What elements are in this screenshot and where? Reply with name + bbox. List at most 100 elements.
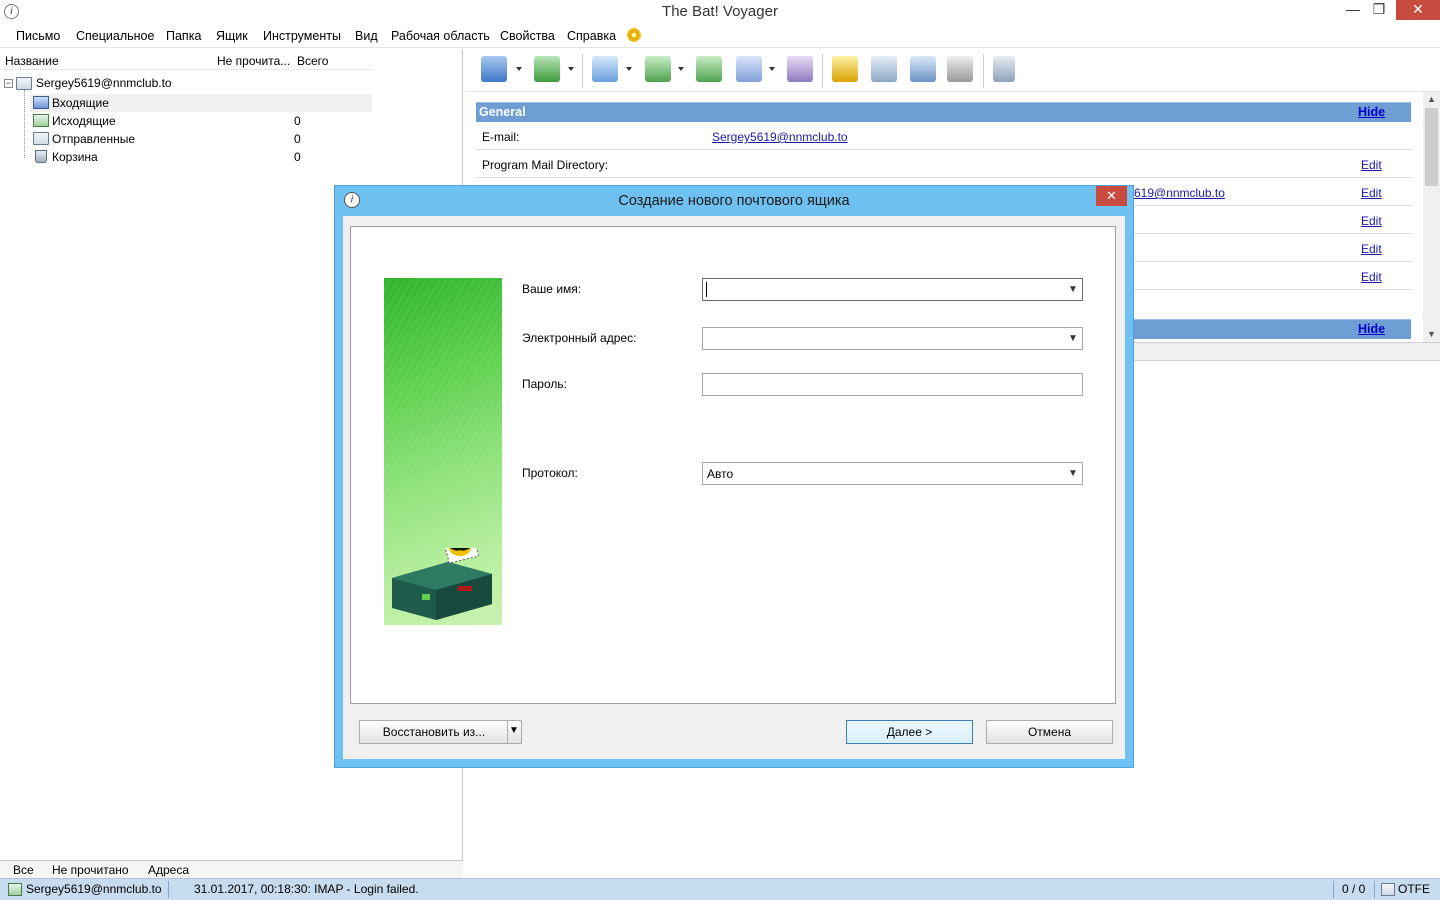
app-logo-icon[interactable]: i [4,4,19,19]
folder-trash[interactable]: Корзина [52,148,98,166]
trash-icon [35,150,47,163]
sent-icon [33,132,49,145]
dialog-close-button[interactable]: ✕ [1096,186,1127,206]
menu-special[interactable]: Специальное [76,29,154,43]
menu-letter[interactable]: Письмо [16,29,60,43]
dropdown-arrow-icon[interactable] [769,67,775,71]
menu-folder[interactable]: Папка [166,29,201,43]
info-label: E-mail: [482,130,520,144]
scroll-up-icon[interactable]: ▲ [1425,94,1438,104]
protocol-value: Авто [707,467,734,481]
folder-inbox[interactable]: Входящие [52,94,109,112]
print-icon[interactable] [947,56,973,82]
edit-link[interactable]: Edit [1361,270,1382,284]
dropdown-arrow-icon[interactable] [568,67,574,71]
inbox-icon [33,96,49,109]
reply-all-icon[interactable] [696,56,722,82]
encryption-icon [1381,883,1395,896]
chevron-down-icon[interactable]: ▼ [1068,332,1078,346]
dialog-title: Создание нового почтового ящика [618,193,850,209]
chevron-down-icon[interactable]: ▼ [1068,283,1078,297]
name-combobox[interactable]: ▼ [702,278,1083,301]
status-account[interactable]: Sergey5619@nnmclub.to [26,882,162,896]
reply-icon[interactable] [645,56,671,82]
email-link[interactable]: Sergey5619@nnmclub.to [712,130,848,144]
hide-link[interactable]: Hide [1358,102,1385,122]
dropdown-arrow-icon[interactable] [626,67,632,71]
redirect-icon[interactable] [787,56,813,82]
gear-icon[interactable] [626,27,642,43]
folder-list-header: Название Не прочита... Всего [0,50,372,70]
section-title: General [479,105,526,119]
cancel-button[interactable]: Отмена [986,720,1113,744]
edit-link[interactable]: Edit [1361,158,1382,172]
column-total[interactable]: Всего [297,54,328,68]
dropdown-arrow-icon[interactable] [678,67,684,71]
status-bar: Sergey5619@nnmclub.to 31.01.2017, 00:18:… [0,878,1440,900]
email-link[interactable]: 619@nnmclub.to [1134,186,1225,200]
password-label: Пароль: [522,377,567,391]
menu-workspace[interactable]: Рабочая область [391,29,490,43]
menu-tools[interactable]: Инструменты [263,29,341,43]
hide-link[interactable]: Hide [1358,319,1385,339]
menu-bar: Письмо Специальное Папка Ящик Инструмент… [0,24,1440,48]
status-mode[interactable]: OTFE [1398,882,1430,896]
menu-mailbox[interactable]: Ящик [216,29,248,43]
info-row [476,122,1411,150]
folder-filter-tabs: Все Не прочитано Адреса [0,860,463,878]
edit-link[interactable]: Edit [1361,186,1382,200]
edit-link[interactable]: Edit [1361,214,1382,228]
close-button[interactable]: ✕ [1396,0,1440,20]
password-field[interactable] [702,373,1083,396]
info-label: Program Mail Directory: [482,158,609,172]
chevron-down-icon[interactable]: ▼ [509,724,519,738]
account-status-icon [8,883,22,896]
menu-help[interactable]: Справка [567,29,616,43]
column-name[interactable]: Название [5,54,59,68]
menu-view[interactable]: Вид [355,29,378,43]
tab-addresses[interactable]: Адреса [148,863,189,877]
protocol-label: Протокол: [522,466,578,480]
send-mail-icon[interactable] [534,56,560,82]
email-combobox[interactable]: ▼ [702,327,1083,350]
minimize-button[interactable]: — [1340,0,1366,20]
find-message-icon[interactable] [871,56,897,82]
folder-count: 0 [294,150,301,164]
folder-sent[interactable]: Отправленные [52,130,135,148]
tree-collapse-icon[interactable]: − [4,79,13,88]
restore-from-button[interactable]: Восстановить из... [359,720,522,744]
protocol-select[interactable]: Авто ▼ [702,462,1083,485]
status-counter: 0 / 0 [1342,882,1366,896]
tab-all[interactable]: Все [13,863,34,877]
tab-unread[interactable]: Не прочитано [52,863,129,877]
window-title: The Bat! Voyager [662,3,778,20]
name-label: Ваше имя: [522,282,582,296]
forward-icon[interactable] [736,56,762,82]
outbox-icon [33,114,49,127]
menu-properties[interactable]: Свойства [500,29,555,43]
folder-outbox[interactable]: Исходящие [52,112,116,130]
scrollbar-thumb[interactable] [1425,108,1438,186]
folder-count: 0 [294,114,301,128]
email-label: Электронный адрес: [522,331,637,345]
account-node[interactable]: Sergey5619@nnmclub.to [36,74,172,92]
info-row [476,150,1411,178]
text-caret [706,282,707,297]
get-mail-icon[interactable] [481,56,507,82]
scroll-down-icon[interactable]: ▼ [1425,329,1438,339]
message-list-header [1134,343,1440,361]
save-message-icon[interactable] [910,56,936,82]
chevron-down-icon[interactable]: ▼ [1068,467,1078,481]
new-message-icon[interactable] [592,56,618,82]
section-header [476,102,1411,122]
status-message: 31.01.2017, 00:18:30: IMAP - Login faile… [194,882,419,896]
delete-icon[interactable] [993,56,1015,82]
dropdown-arrow-icon[interactable] [516,67,522,71]
edit-link[interactable]: Edit [1361,242,1382,256]
next-button[interactable]: Далее > [846,720,973,744]
maximize-button[interactable]: ❐ [1366,0,1392,20]
folder-count: 0 [294,132,301,146]
address-book-icon[interactable] [832,56,858,82]
mailbox-icon [392,548,492,620]
column-unread[interactable]: Не прочита... [217,54,290,68]
